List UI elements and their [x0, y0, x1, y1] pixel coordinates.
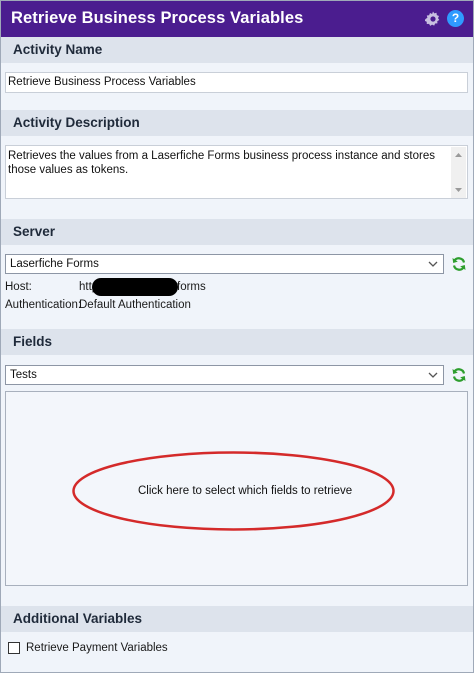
- redaction-mark: [92, 278, 178, 296]
- activity-description-value: Retrieves the values from a Laserfiche F…: [8, 150, 435, 176]
- help-icon[interactable]: ?: [447, 10, 464, 27]
- server-header: Server: [1, 219, 473, 245]
- server-select[interactable]: Laserfiche Forms: [5, 254, 444, 274]
- title-bar: Retrieve Business Process Variables ?: [1, 1, 473, 37]
- fields-select[interactable]: Tests: [5, 365, 444, 385]
- chevron-down-icon: [428, 261, 438, 267]
- retrieve-payment-variables-label[interactable]: Retrieve Payment Variables: [26, 642, 168, 654]
- fields-header: Fields: [1, 329, 473, 355]
- description-scrollbar[interactable]: [451, 147, 466, 198]
- refresh-server-icon[interactable]: [451, 256, 467, 272]
- host-label: Host:: [5, 281, 32, 293]
- server-selected-value: Laserfiche Forms: [10, 258, 99, 270]
- fields-selected-value: Tests: [10, 369, 37, 381]
- activity-description-textarea[interactable]: Retrieves the values from a Laserfiche F…: [5, 145, 468, 199]
- select-fields-link[interactable]: Click here to select which fields to ret…: [138, 485, 352, 497]
- activity-description-header: Activity Description: [1, 110, 473, 136]
- window-title: Retrieve Business Process Variables: [11, 9, 304, 27]
- authentication-value: Default Authentication: [79, 299, 191, 311]
- chevron-down-icon: [428, 372, 438, 378]
- authentication-label: Authentication:: [5, 299, 82, 311]
- activity-name-input[interactable]: Retrieve Business Process Variables: [5, 72, 468, 93]
- gear-icon[interactable]: [425, 11, 441, 27]
- refresh-fields-icon[interactable]: [451, 367, 467, 383]
- additional-variables-header: Additional Variables: [1, 606, 473, 632]
- activity-name-header: Activity Name: [1, 37, 473, 63]
- activity-name-value: Retrieve Business Process Variables: [8, 76, 196, 88]
- retrieve-payment-variables-checkbox[interactable]: [8, 642, 20, 654]
- host-value-suffix: forms: [177, 281, 206, 293]
